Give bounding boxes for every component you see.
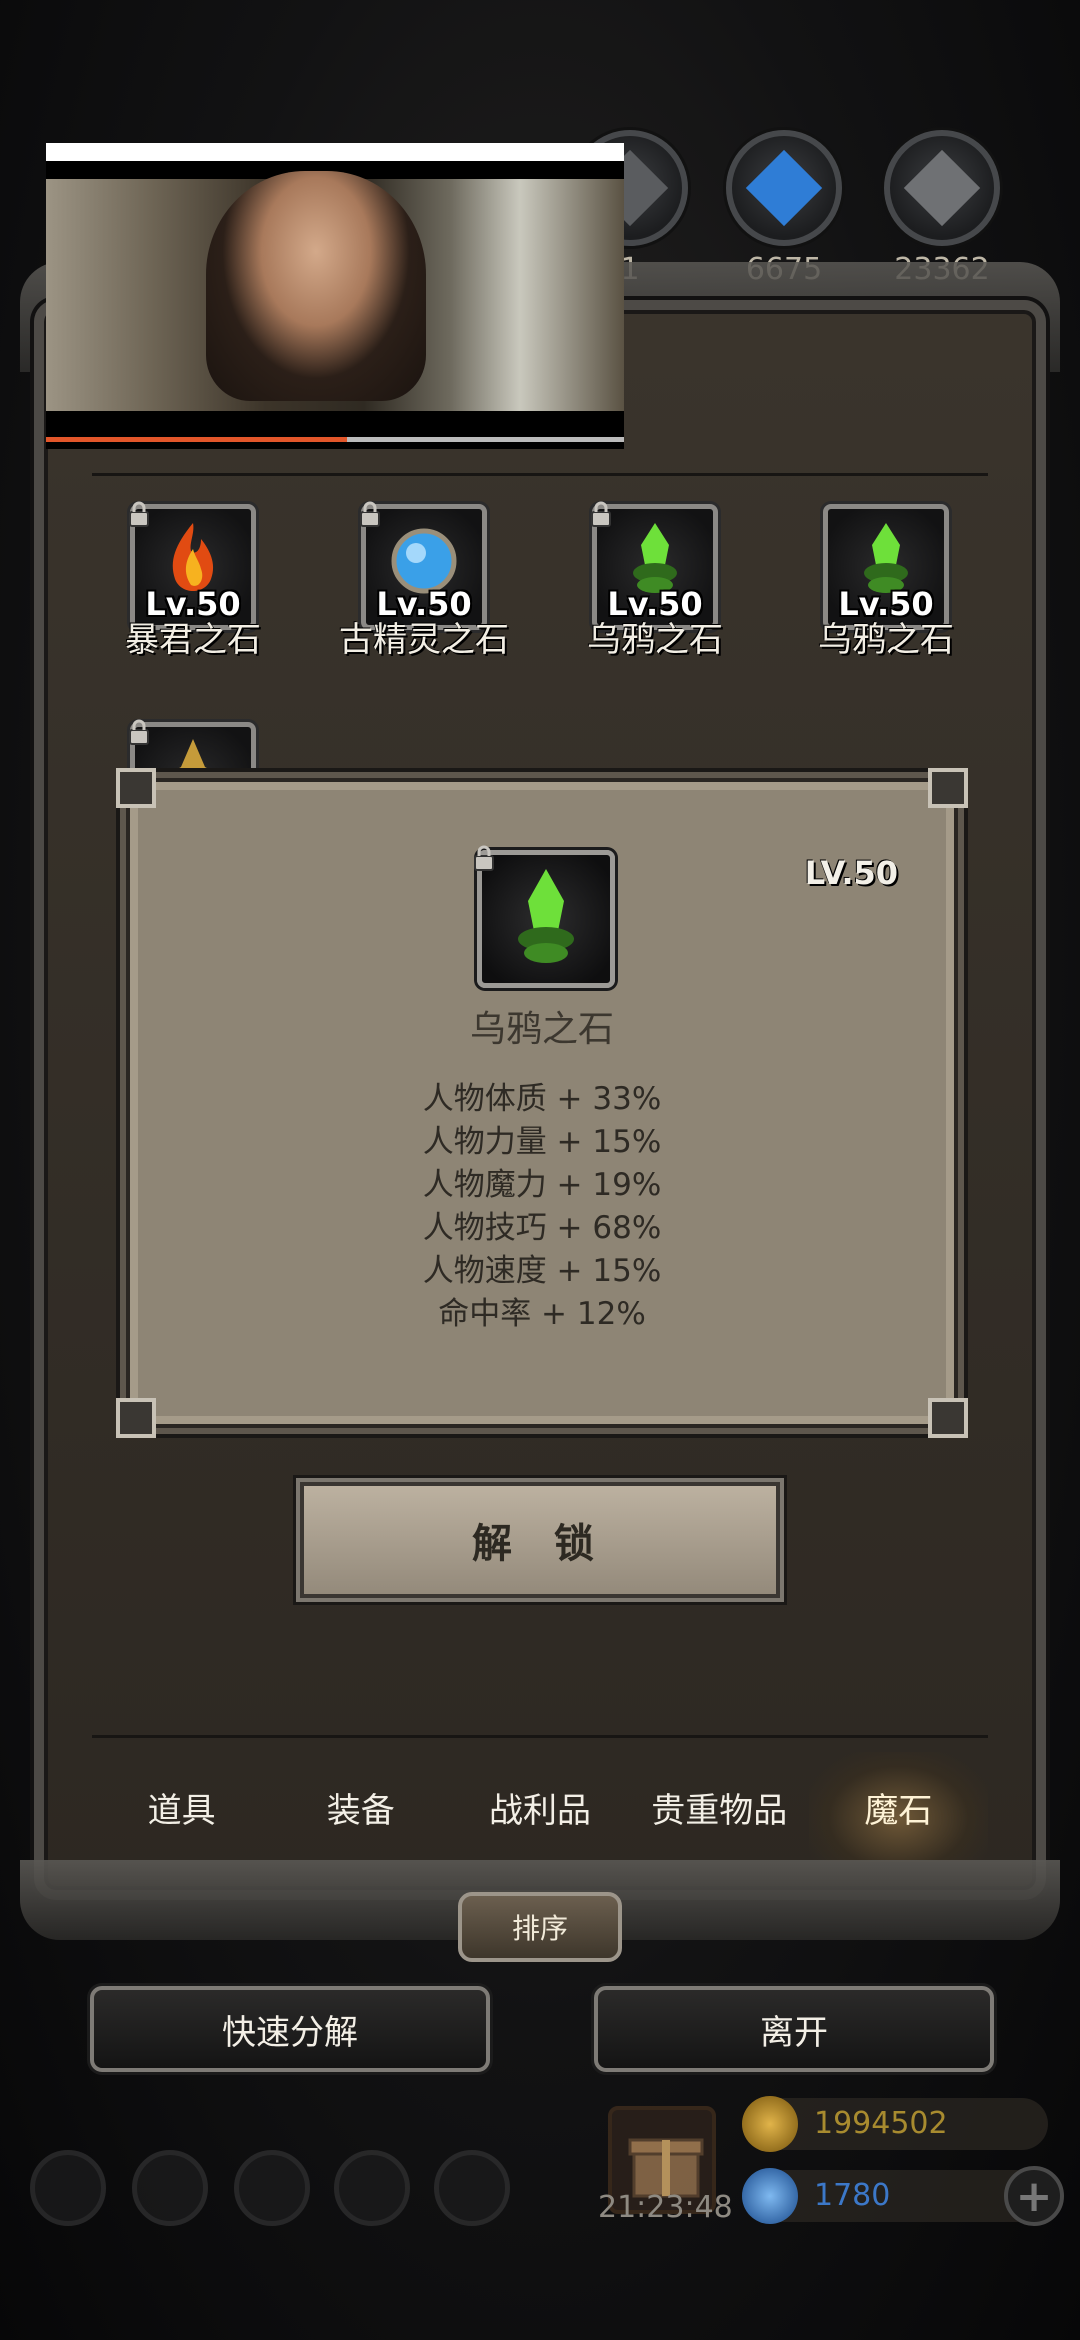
resource-orb-grey[interactable] bbox=[884, 130, 1000, 246]
quick-decompose-button[interactable]: 快速分解 bbox=[90, 1986, 490, 2072]
blue-crystal-icon bbox=[745, 149, 823, 227]
stat-line: 人物力量 + 15% bbox=[422, 1124, 662, 1160]
inventory-tabs: 道具 装备 战利品 贵重物品 魔石 bbox=[92, 1752, 989, 1862]
plus-icon: + bbox=[1015, 2170, 1053, 2222]
tab-items[interactable]: 道具 bbox=[92, 1752, 271, 1862]
add-currency-button[interactable]: + bbox=[1004, 2166, 1064, 2226]
stone-name: 暴君之石 bbox=[125, 620, 261, 660]
resource-orb-blue[interactable] bbox=[726, 130, 842, 246]
sort-button[interactable]: 排序 bbox=[458, 1892, 622, 1962]
leave-button[interactable]: 离开 bbox=[594, 1986, 994, 2072]
stat-line: 命中率 + 12% bbox=[438, 1296, 646, 1332]
video-overlay[interactable] bbox=[46, 143, 624, 449]
map-icon[interactable] bbox=[434, 2150, 510, 2226]
gem-currency: 1780 bbox=[742, 2168, 1048, 2224]
stat-line: 人物魔力 + 19% bbox=[422, 1167, 662, 1203]
blue-gem-icon bbox=[742, 2168, 798, 2224]
stone-detail-popup: LV.50 乌鸦之石 人物体质 + 33% 人物力量 + 15% 人物魔力 + … bbox=[116, 768, 968, 1438]
detail-stone-name: 乌鸦之石 bbox=[469, 1009, 614, 1050]
gold-currency: 1994502 bbox=[742, 2096, 1048, 2152]
gold-amount: 1994502 bbox=[814, 2106, 948, 2141]
stone-name: 乌鸦之石 bbox=[587, 620, 723, 660]
stat-line: 人物体质 + 33% bbox=[422, 1081, 662, 1117]
timer-text: 21:23:48 bbox=[598, 2190, 733, 2225]
gold-coin-icon bbox=[742, 2096, 798, 2152]
stone-name: 古精灵之石 bbox=[339, 620, 509, 660]
stone-name: 乌鸦之石 bbox=[818, 620, 954, 660]
unlock-button[interactable]: 解 锁 bbox=[300, 1482, 780, 1598]
detail-level: LV.50 bbox=[804, 854, 898, 892]
corner-ornament bbox=[116, 768, 156, 808]
settings-gear-icon[interactable] bbox=[30, 2150, 106, 2226]
video-person bbox=[206, 171, 426, 401]
video-progress-bar[interactable] bbox=[46, 437, 624, 442]
stat-line: 人物速度 + 15% bbox=[422, 1253, 662, 1289]
shield-icon[interactable] bbox=[132, 2150, 208, 2226]
corner-ornament bbox=[928, 768, 968, 808]
grey-ore-icon bbox=[903, 149, 981, 227]
divider bbox=[92, 473, 988, 476]
unlock-label: 解 锁 bbox=[472, 1521, 608, 1567]
tab-equipment[interactable]: 装备 bbox=[271, 1752, 450, 1862]
tab-magic-stones[interactable]: 魔石 bbox=[808, 1752, 989, 1862]
corner-ornament bbox=[116, 1398, 156, 1438]
video-badge bbox=[540, 165, 610, 179]
mail-icon[interactable] bbox=[334, 2150, 410, 2226]
book-icon[interactable] bbox=[234, 2150, 310, 2226]
detail-stone-slot bbox=[474, 845, 615, 988]
video-progress-fill bbox=[46, 437, 347, 442]
gem-amount: 1780 bbox=[814, 2178, 891, 2213]
green-crystal-stone-icon bbox=[518, 869, 574, 963]
divider bbox=[92, 1735, 988, 1738]
tab-valuables[interactable]: 贵重物品 bbox=[630, 1752, 809, 1862]
detail-stats-list: 人物体质 + 33% 人物力量 + 15% 人物魔力 + 19% 人物技巧 + … bbox=[130, 1078, 954, 1336]
tab-loot[interactable]: 战利品 bbox=[450, 1752, 629, 1862]
lock-icon bbox=[474, 845, 494, 871]
corner-ornament bbox=[928, 1398, 968, 1438]
stat-line: 人物技巧 + 68% bbox=[422, 1210, 662, 1246]
